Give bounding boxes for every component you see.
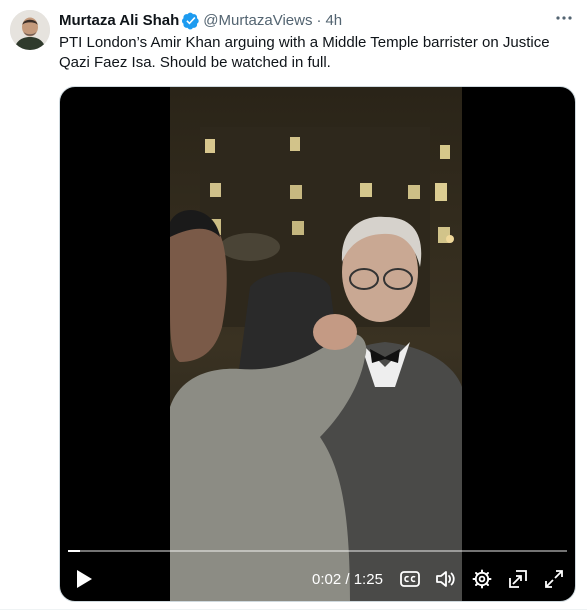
tweet-text: PTI London’s Amir Khan arguing with a Mi… bbox=[59, 34, 550, 71]
video-frame[interactable] bbox=[170, 87, 462, 601]
fullscreen-icon[interactable] bbox=[542, 567, 566, 591]
tweet-timestamp[interactable]: 4h bbox=[325, 11, 342, 31]
avatar-image bbox=[10, 10, 50, 50]
more-dots-icon[interactable] bbox=[551, 8, 577, 28]
picture-in-picture-icon[interactable] bbox=[506, 567, 530, 591]
video-controls: 0:02 / 1:25 bbox=[60, 557, 575, 601]
duration: 1:25 bbox=[353, 571, 383, 588]
play-icon[interactable] bbox=[72, 567, 96, 591]
volume-icon[interactable] bbox=[434, 567, 458, 591]
current-time: 0:02 bbox=[312, 571, 342, 588]
tweet-header: Murtaza Ali Shah @MurtazaViews · 4h bbox=[59, 11, 342, 31]
video-progress-bar[interactable] bbox=[68, 550, 567, 552]
tweet-card[interactable]: Murtaza Ali Shah @MurtazaViews · 4h PTI … bbox=[0, 0, 587, 610]
settings-icon[interactable] bbox=[470, 567, 494, 591]
author-avatar[interactable] bbox=[10, 10, 50, 50]
video-progress-fill bbox=[68, 550, 80, 552]
author-name[interactable]: Murtaza Ali Shah bbox=[59, 11, 179, 31]
captions-icon[interactable] bbox=[398, 567, 422, 591]
author-handle[interactable]: @MurtazaViews bbox=[203, 11, 312, 31]
time-separator: / bbox=[341, 571, 354, 588]
meta-separator: · bbox=[316, 12, 322, 29]
verified-badge-icon[interactable] bbox=[182, 12, 200, 30]
video-player[interactable]: 0:02 / 1:25 bbox=[59, 86, 576, 602]
video-frame-image bbox=[170, 87, 462, 601]
video-timecode: 0:02 / 1:25 bbox=[312, 571, 383, 589]
